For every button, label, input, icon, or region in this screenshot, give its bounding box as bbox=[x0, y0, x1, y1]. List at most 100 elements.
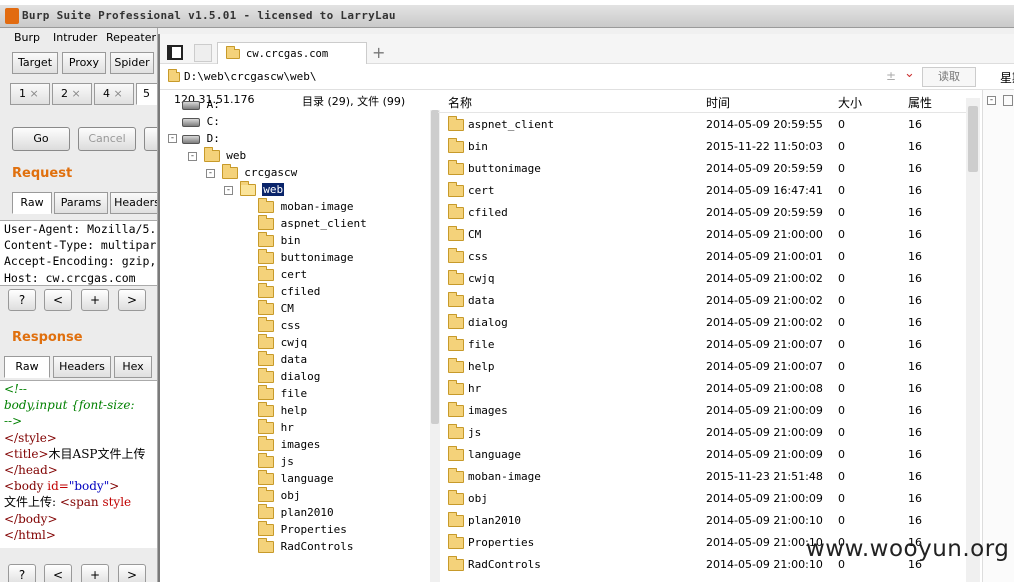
read-button[interactable]: 读取 bbox=[922, 67, 976, 87]
file-row[interactable]: plan2010 2014-05-09 21:00:10 0 16 bbox=[438, 510, 978, 532]
add-tab-button[interactable]: + bbox=[372, 43, 385, 62]
file-row[interactable]: obj 2014-05-09 21:00:09 0 16 bbox=[438, 488, 978, 510]
file-row[interactable]: aspnet_client 2014-05-09 20:59:55 0 16 bbox=[438, 114, 978, 136]
tree-drive[interactable]: - D: bbox=[168, 130, 220, 147]
more-button[interactable] bbox=[144, 127, 157, 151]
prev-button[interactable]: < bbox=[44, 564, 72, 582]
tree-node-web-selected[interactable]: - web bbox=[224, 181, 285, 198]
tree-folder[interactable]: hr bbox=[258, 419, 294, 436]
add-button[interactable]: + bbox=[81, 289, 109, 311]
repeater-tab-4[interactable]: 4 × bbox=[94, 83, 134, 105]
tree-folder[interactable]: images bbox=[258, 436, 320, 453]
file-row[interactable]: hr 2014-05-09 21:00:08 0 16 bbox=[438, 378, 978, 400]
file-row[interactable]: css 2014-05-09 21:00:01 0 16 bbox=[438, 246, 978, 268]
tree-folder[interactable]: plan2010 bbox=[258, 504, 334, 521]
collapse-icon[interactable]: - bbox=[206, 168, 215, 178]
new-window-icon[interactable] bbox=[194, 44, 212, 62]
menu-burp[interactable]: Burp bbox=[14, 31, 40, 44]
tree-folder[interactable]: RadControls bbox=[258, 538, 353, 555]
column-time[interactable]: 时间 bbox=[706, 92, 730, 114]
tree-folder[interactable]: file bbox=[258, 385, 307, 402]
file-row[interactable]: cfiled 2014-05-09 20:59:59 0 16 bbox=[438, 202, 978, 224]
tab-spider[interactable]: Spider bbox=[110, 52, 154, 74]
column-attr[interactable]: 属性 bbox=[908, 92, 932, 114]
tree-folder[interactable]: buttonimage bbox=[258, 249, 353, 266]
tab-headers[interactable]: Headers bbox=[53, 356, 111, 378]
tree-folder[interactable]: cwjq bbox=[258, 334, 307, 351]
file-row[interactable]: language 2014-05-09 21:00:09 0 16 bbox=[438, 444, 978, 466]
list-scrollbar[interactable] bbox=[966, 98, 980, 582]
scroll-thumb[interactable] bbox=[968, 106, 978, 172]
file-row[interactable]: help 2014-05-09 21:00:07 0 16 bbox=[438, 356, 978, 378]
file-row[interactable]: buttonimage 2014-05-09 20:59:59 0 16 bbox=[438, 158, 978, 180]
tree-folder[interactable]: CM bbox=[258, 300, 294, 317]
tab-proxy[interactable]: Proxy bbox=[62, 52, 106, 74]
tab-headers[interactable]: Headers bbox=[110, 192, 157, 214]
file-attr: 16 bbox=[908, 470, 922, 483]
tree-folder[interactable]: cert bbox=[258, 266, 307, 283]
menu-intruder[interactable]: Intruder bbox=[53, 31, 97, 44]
tree-drive[interactable]: A: bbox=[182, 96, 220, 113]
file-row[interactable]: dialog 2014-05-09 21:00:02 0 16 bbox=[438, 312, 978, 334]
tree-folder[interactable]: obj bbox=[258, 487, 301, 504]
file-row[interactable]: js 2014-05-09 21:00:09 0 16 bbox=[438, 422, 978, 444]
tab-hex[interactable]: Hex bbox=[114, 356, 152, 378]
tree-node-crcgascw[interactable]: - crcgascw bbox=[206, 164, 297, 181]
tree-node-web[interactable]: - web bbox=[188, 147, 246, 164]
tree-folder[interactable]: Properties bbox=[258, 521, 347, 538]
file-row[interactable]: bin 2015-11-22 11:50:03 0 16 bbox=[438, 136, 978, 158]
file-row[interactable]: file 2014-05-09 21:00:07 0 16 bbox=[438, 334, 978, 356]
file-row[interactable]: CM 2014-05-09 21:00:00 0 16 bbox=[438, 224, 978, 246]
menu-repeater[interactable]: Repeater bbox=[106, 31, 156, 44]
next-button[interactable]: > bbox=[118, 564, 146, 582]
tree-folder[interactable]: aspnet_client bbox=[258, 215, 367, 232]
plus-minus-icon[interactable]: ± bbox=[886, 69, 896, 83]
window-icon[interactable] bbox=[1003, 95, 1013, 106]
tree-folder[interactable]: bin bbox=[258, 232, 301, 249]
request-editor[interactable]: User-Agent: Mozilla/5. Content-Type: mul… bbox=[0, 220, 157, 286]
tab-raw[interactable]: Raw bbox=[12, 192, 52, 214]
cancel-button[interactable]: Cancel bbox=[78, 127, 136, 151]
tab-params[interactable]: Params bbox=[54, 192, 108, 214]
tree-folder[interactable]: help bbox=[258, 402, 307, 419]
collapse-icon[interactable]: - bbox=[168, 134, 177, 143]
collapse-icon[interactable]: - bbox=[188, 151, 197, 161]
close-icon[interactable]: × bbox=[114, 87, 123, 100]
tree-folder[interactable]: data bbox=[258, 351, 307, 368]
repeater-tab-5[interactable]: 5 bbox=[136, 83, 157, 105]
tree-folder[interactable]: js bbox=[258, 453, 294, 470]
file-row[interactable]: cwjq 2014-05-09 21:00:02 0 16 bbox=[438, 268, 978, 290]
tree-folder[interactable]: cfiled bbox=[258, 283, 320, 300]
repeater-tab-2[interactable]: 2 × bbox=[52, 83, 92, 105]
response-editor[interactable]: <!-- body,input {font-size: --> </style> <ti… bbox=[0, 380, 157, 548]
column-name[interactable]: 名称 bbox=[448, 92, 472, 114]
file-row[interactable]: images 2014-05-09 21:00:09 0 16 bbox=[438, 400, 978, 422]
help-button[interactable]: ? bbox=[8, 289, 36, 311]
tab-raw[interactable]: Raw bbox=[4, 356, 50, 378]
collapse-icon[interactable]: - bbox=[224, 185, 233, 195]
collapse-icon[interactable]: - bbox=[987, 96, 996, 105]
close-icon[interactable]: × bbox=[30, 87, 39, 100]
column-size[interactable]: 大小 bbox=[838, 92, 862, 114]
help-button[interactable]: ? bbox=[8, 564, 36, 582]
close-icon[interactable]: × bbox=[72, 87, 81, 100]
add-button[interactable]: + bbox=[81, 564, 109, 582]
go-button[interactable]: Go bbox=[12, 127, 70, 151]
path-input[interactable]: D:\web\crcgascw\web\ bbox=[184, 70, 316, 83]
tree-folder[interactable]: moban-image bbox=[258, 198, 353, 215]
repeater-tab-1[interactable]: 1 × bbox=[10, 83, 50, 105]
file-row[interactable]: moban-image 2015-11-23 21:51:48 0 16 bbox=[438, 466, 978, 488]
file-row[interactable]: cert 2014-05-09 16:47:41 0 16 bbox=[438, 180, 978, 202]
tree-drive[interactable]: C: bbox=[182, 113, 220, 130]
prev-button[interactable]: < bbox=[44, 289, 72, 311]
tab-target[interactable]: Target bbox=[12, 52, 58, 74]
tree-folder[interactable]: language bbox=[258, 470, 334, 487]
tree-folder[interactable]: css bbox=[258, 317, 301, 334]
sidebar-toggle-icon[interactable] bbox=[167, 45, 183, 60]
tree-label: Properties bbox=[280, 523, 347, 536]
file-row[interactable]: data 2014-05-09 21:00:02 0 16 bbox=[438, 290, 978, 312]
next-button[interactable]: > bbox=[118, 289, 146, 311]
tree-folder[interactable]: dialog bbox=[258, 368, 320, 385]
browser-tab[interactable]: cw.crcgas.com bbox=[217, 42, 367, 65]
chevron-down-icon[interactable]: ⌄ bbox=[904, 66, 915, 81]
